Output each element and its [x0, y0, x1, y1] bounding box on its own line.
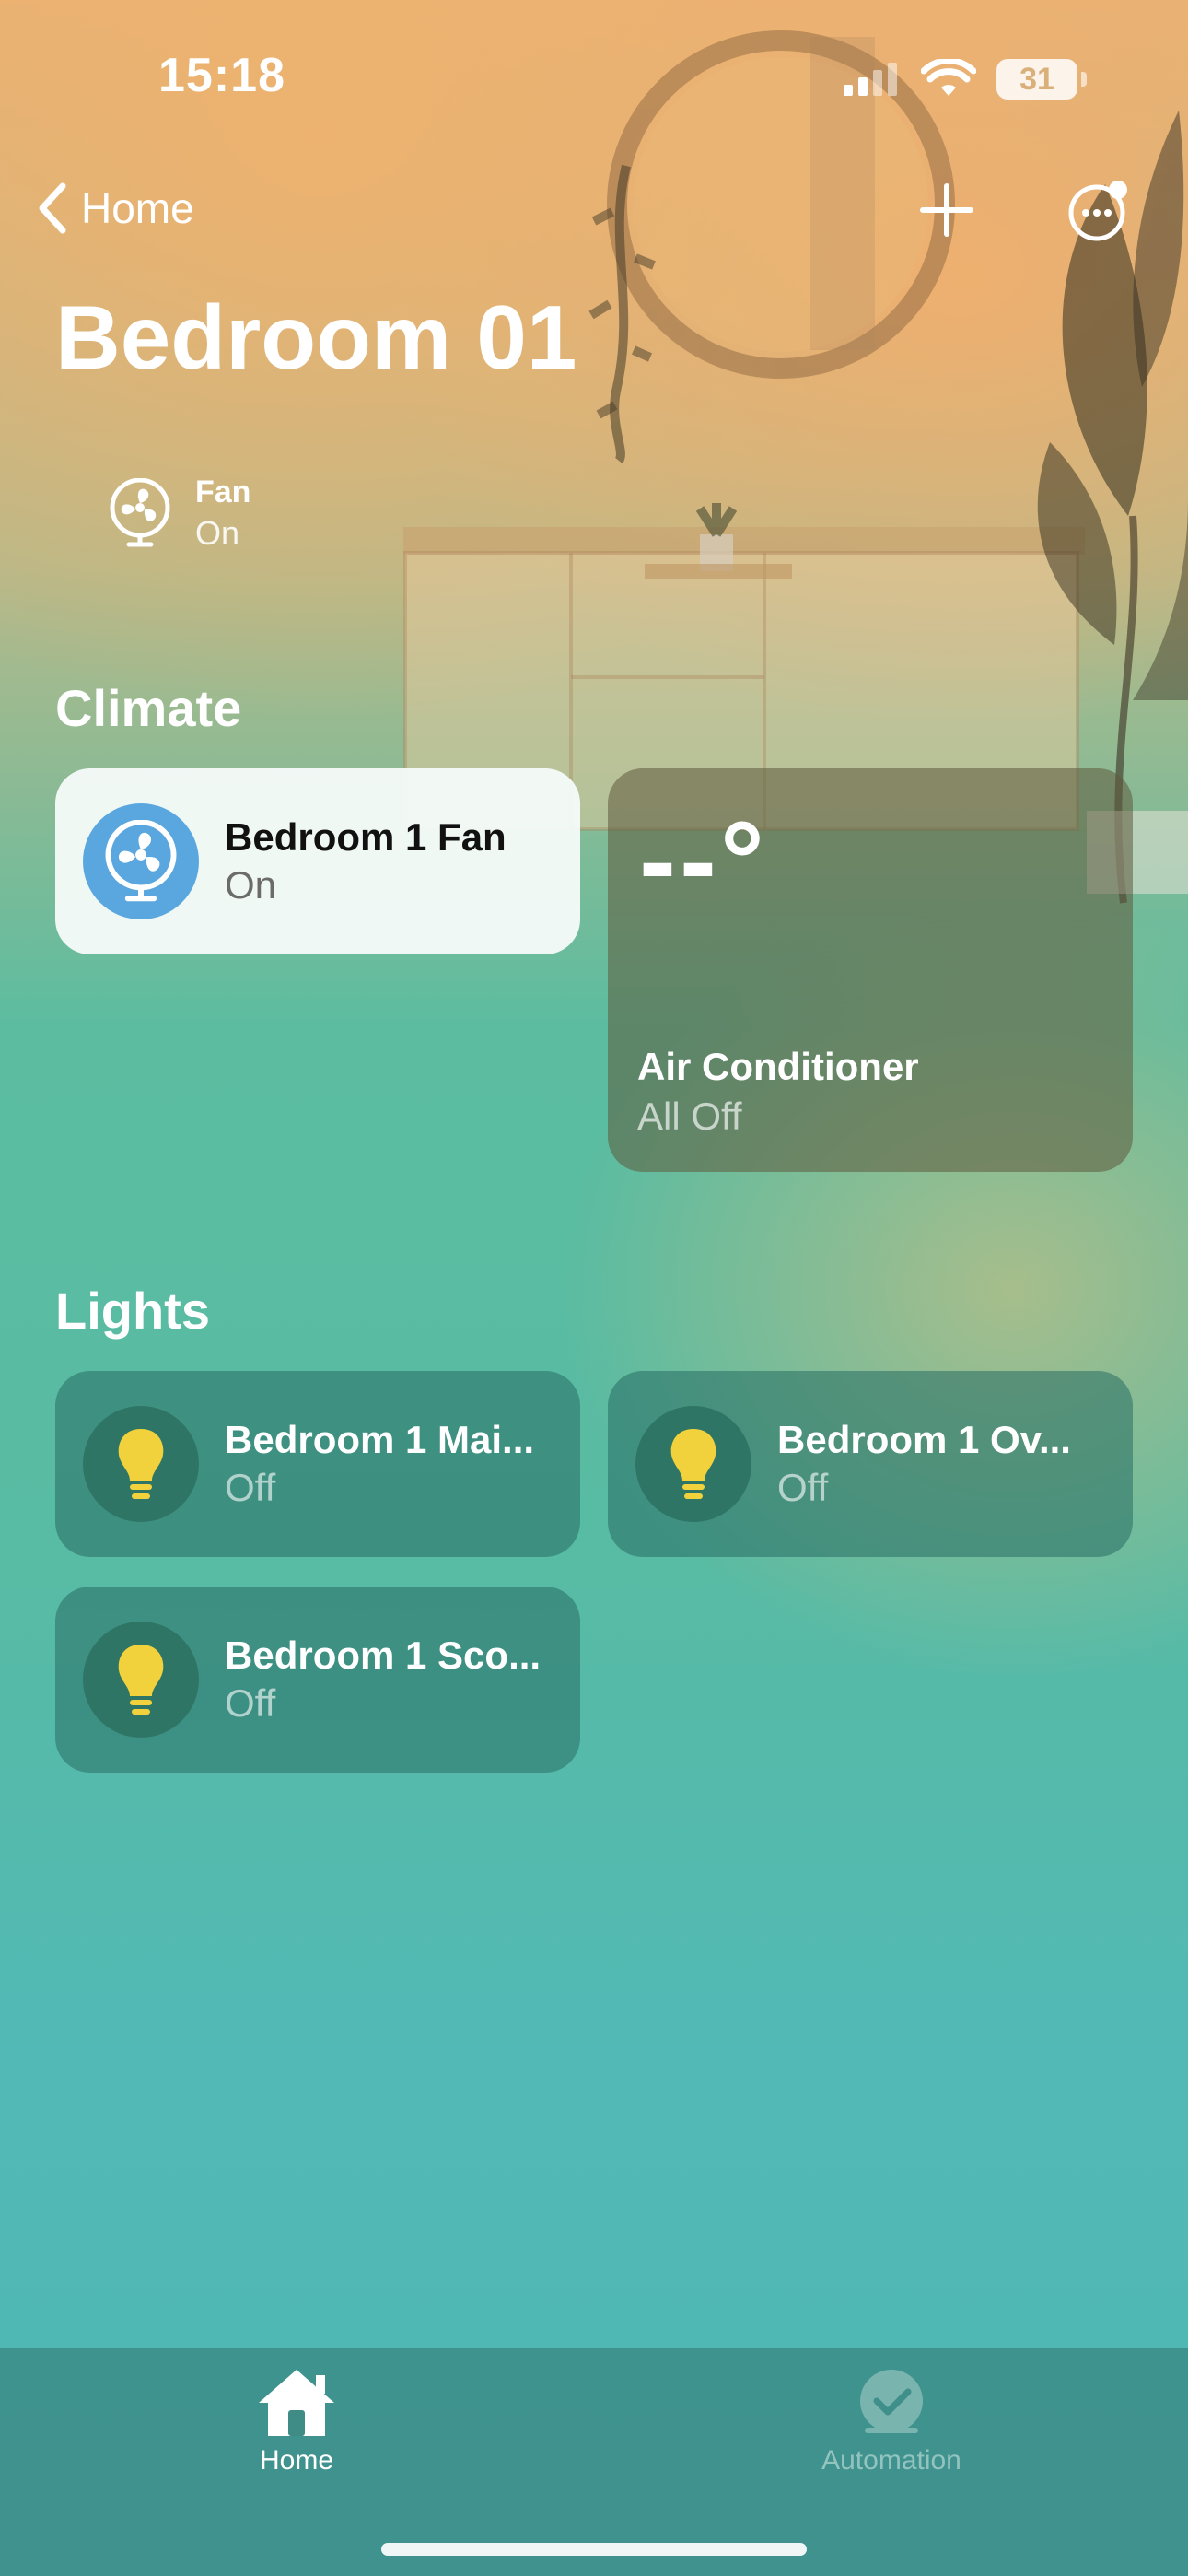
fan-status-text: Fan On	[195, 472, 250, 556]
light-tile-name: Bedroom 1 Sco...	[225, 1633, 542, 1677]
light-tile-sconce[interactable]: Bedroom 1 Sco... Off	[55, 1587, 580, 1773]
light-tile-name: Bedroom 1 Mai...	[225, 1417, 535, 1461]
automation-clock-icon	[860, 2370, 923, 2433]
lightbulb-icon	[118, 1645, 164, 1715]
status-chip-state: On	[195, 514, 240, 553]
light-tile-state: Off	[777, 1466, 829, 1509]
tab-automation[interactable]: Automation	[753, 2366, 1030, 2476]
light-tile-text: Bedroom 1 Mai... Off	[225, 1416, 534, 1513]
lightbulb-icon	[118, 1429, 164, 1499]
ac-tile-name: Air Conditioner	[637, 1045, 919, 1088]
light-tile-overhead[interactable]: Bedroom 1 Ov... Off	[608, 1371, 1133, 1557]
fan-tile-state: On	[225, 863, 277, 907]
fan-icon	[110, 478, 170, 547]
house-icon	[259, 2370, 334, 2436]
lights-section-title: Lights	[55, 1282, 210, 1340]
climate-section-title: Climate	[55, 679, 242, 737]
wifi-icon	[921, 59, 976, 96]
add-button[interactable]	[917, 181, 976, 240]
fan-status-chip[interactable]: Fan On	[107, 472, 250, 556]
light-tile-circle	[83, 1622, 199, 1738]
tab-automation-label: Automation	[821, 2445, 961, 2476]
light-tile-text: Bedroom 1 Ov... Off	[777, 1416, 1071, 1513]
status-icons: 31	[842, 59, 1087, 100]
battery-indicator: 31	[996, 59, 1087, 100]
tab-home-label: Home	[259, 2445, 334, 2476]
light-tile-state: Off	[225, 1681, 276, 1725]
ac-tile-state: All Off	[637, 1095, 742, 1138]
status-chip-name: Fan	[195, 474, 251, 509]
tab-bar: Home Automation	[0, 2348, 1188, 2576]
status-time: 15:18	[158, 49, 285, 102]
light-tile-main[interactable]: Bedroom 1 Mai... Off	[55, 1371, 580, 1557]
cellular-signal-icon	[844, 63, 897, 96]
ac-temperature: --°	[639, 799, 768, 922]
light-tile-text: Bedroom 1 Sco... Off	[225, 1632, 541, 1728]
light-tile-name: Bedroom 1 Ov...	[777, 1417, 1071, 1461]
light-tile-circle	[83, 1406, 199, 1522]
fan-icon	[105, 820, 177, 902]
tab-home[interactable]: Home	[158, 2366, 435, 2476]
more-options-button[interactable]	[1066, 179, 1131, 243]
fan-tile-text: Bedroom 1 Fan On	[225, 814, 507, 910]
page-title: Bedroom 01	[55, 287, 577, 388]
fan-tile-circle	[83, 803, 199, 919]
home-indicator	[381, 2543, 807, 2556]
bedroom-fan-tile[interactable]: Bedroom 1 Fan On	[55, 768, 580, 954]
light-tile-state: Off	[225, 1466, 276, 1509]
lightbulb-icon	[670, 1429, 716, 1499]
chevron-left-icon	[39, 182, 66, 234]
air-conditioner-tile[interactable]: --° Air Conditioner All Off	[608, 768, 1133, 1172]
back-button[interactable]: Home	[35, 181, 194, 236]
light-tile-circle	[635, 1406, 751, 1522]
back-label: Home	[81, 184, 194, 232]
fan-tile-name: Bedroom 1 Fan	[225, 814, 507, 859]
